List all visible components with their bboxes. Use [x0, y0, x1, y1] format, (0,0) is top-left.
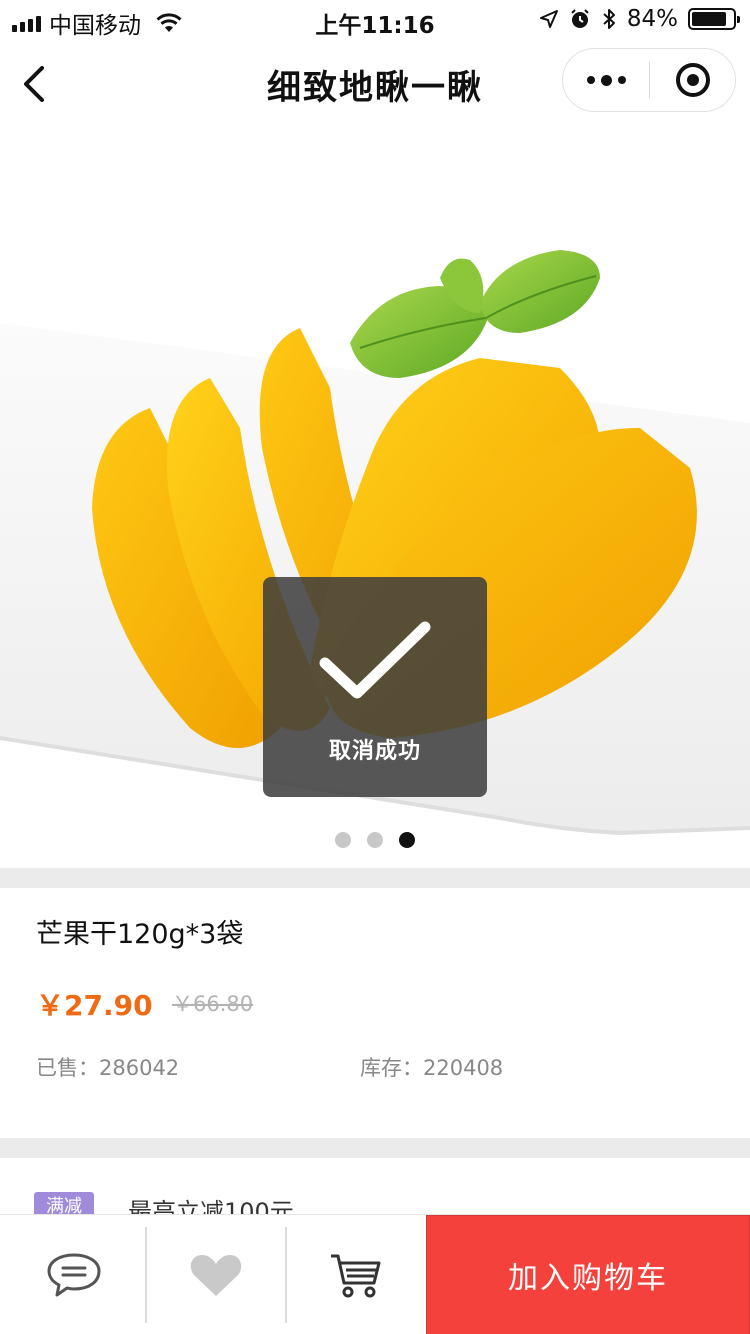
sold-count: 已售：286042: [36, 1056, 180, 1080]
toast: 取消成功: [263, 577, 487, 797]
mini-program-capsule: [562, 48, 736, 112]
section-separator: [0, 1138, 750, 1158]
toast-text: 取消成功: [328, 739, 421, 764]
bottom-action-bar: 加入购物车: [0, 1214, 750, 1334]
home-icon[interactable]: [650, 49, 735, 111]
battery-icon: [688, 8, 740, 30]
chat-icon: [47, 1253, 101, 1297]
status-bar: 中国移动 上午11:16 84%: [0, 0, 750, 40]
section-separator: [0, 868, 750, 888]
product-info: 芒果干120g*3袋 ￥27.90 ￥66.80 已售：286042 库存：22…: [0, 888, 750, 1138]
chat-button[interactable]: [4, 1227, 144, 1323]
battery-fill: [692, 12, 726, 26]
carousel-indicator: [0, 832, 750, 848]
cart-button[interactable]: [286, 1227, 426, 1323]
cart-icon: [331, 1254, 381, 1298]
product-name: 芒果干120g*3袋: [36, 919, 244, 950]
stock-count: 库存：220408: [360, 1056, 504, 1080]
bluetooth-icon: [603, 9, 615, 29]
battery-percent: 84%: [626, 6, 678, 32]
carousel-dot[interactable]: [367, 832, 383, 848]
nav-bar: 细致地瞅一瞅: [0, 40, 750, 128]
location-icon: [539, 10, 558, 28]
check-icon: [319, 621, 431, 699]
product-price: ￥27.90: [36, 989, 153, 1022]
more-icon[interactable]: [563, 49, 649, 111]
add-to-cart-button[interactable]: 加入购物车: [426, 1215, 750, 1334]
heart-icon: [190, 1255, 242, 1296]
favorite-button[interactable]: [146, 1227, 286, 1323]
status-right: 84%: [539, 6, 740, 32]
product-original-price: ￥66.80: [172, 992, 254, 1016]
alarm-icon: [571, 9, 589, 28]
carousel-dot-active[interactable]: [399, 832, 415, 848]
promo-row[interactable]: 满减 最高立减100元: [0, 1158, 750, 1218]
carousel-dot[interactable]: [335, 832, 351, 848]
